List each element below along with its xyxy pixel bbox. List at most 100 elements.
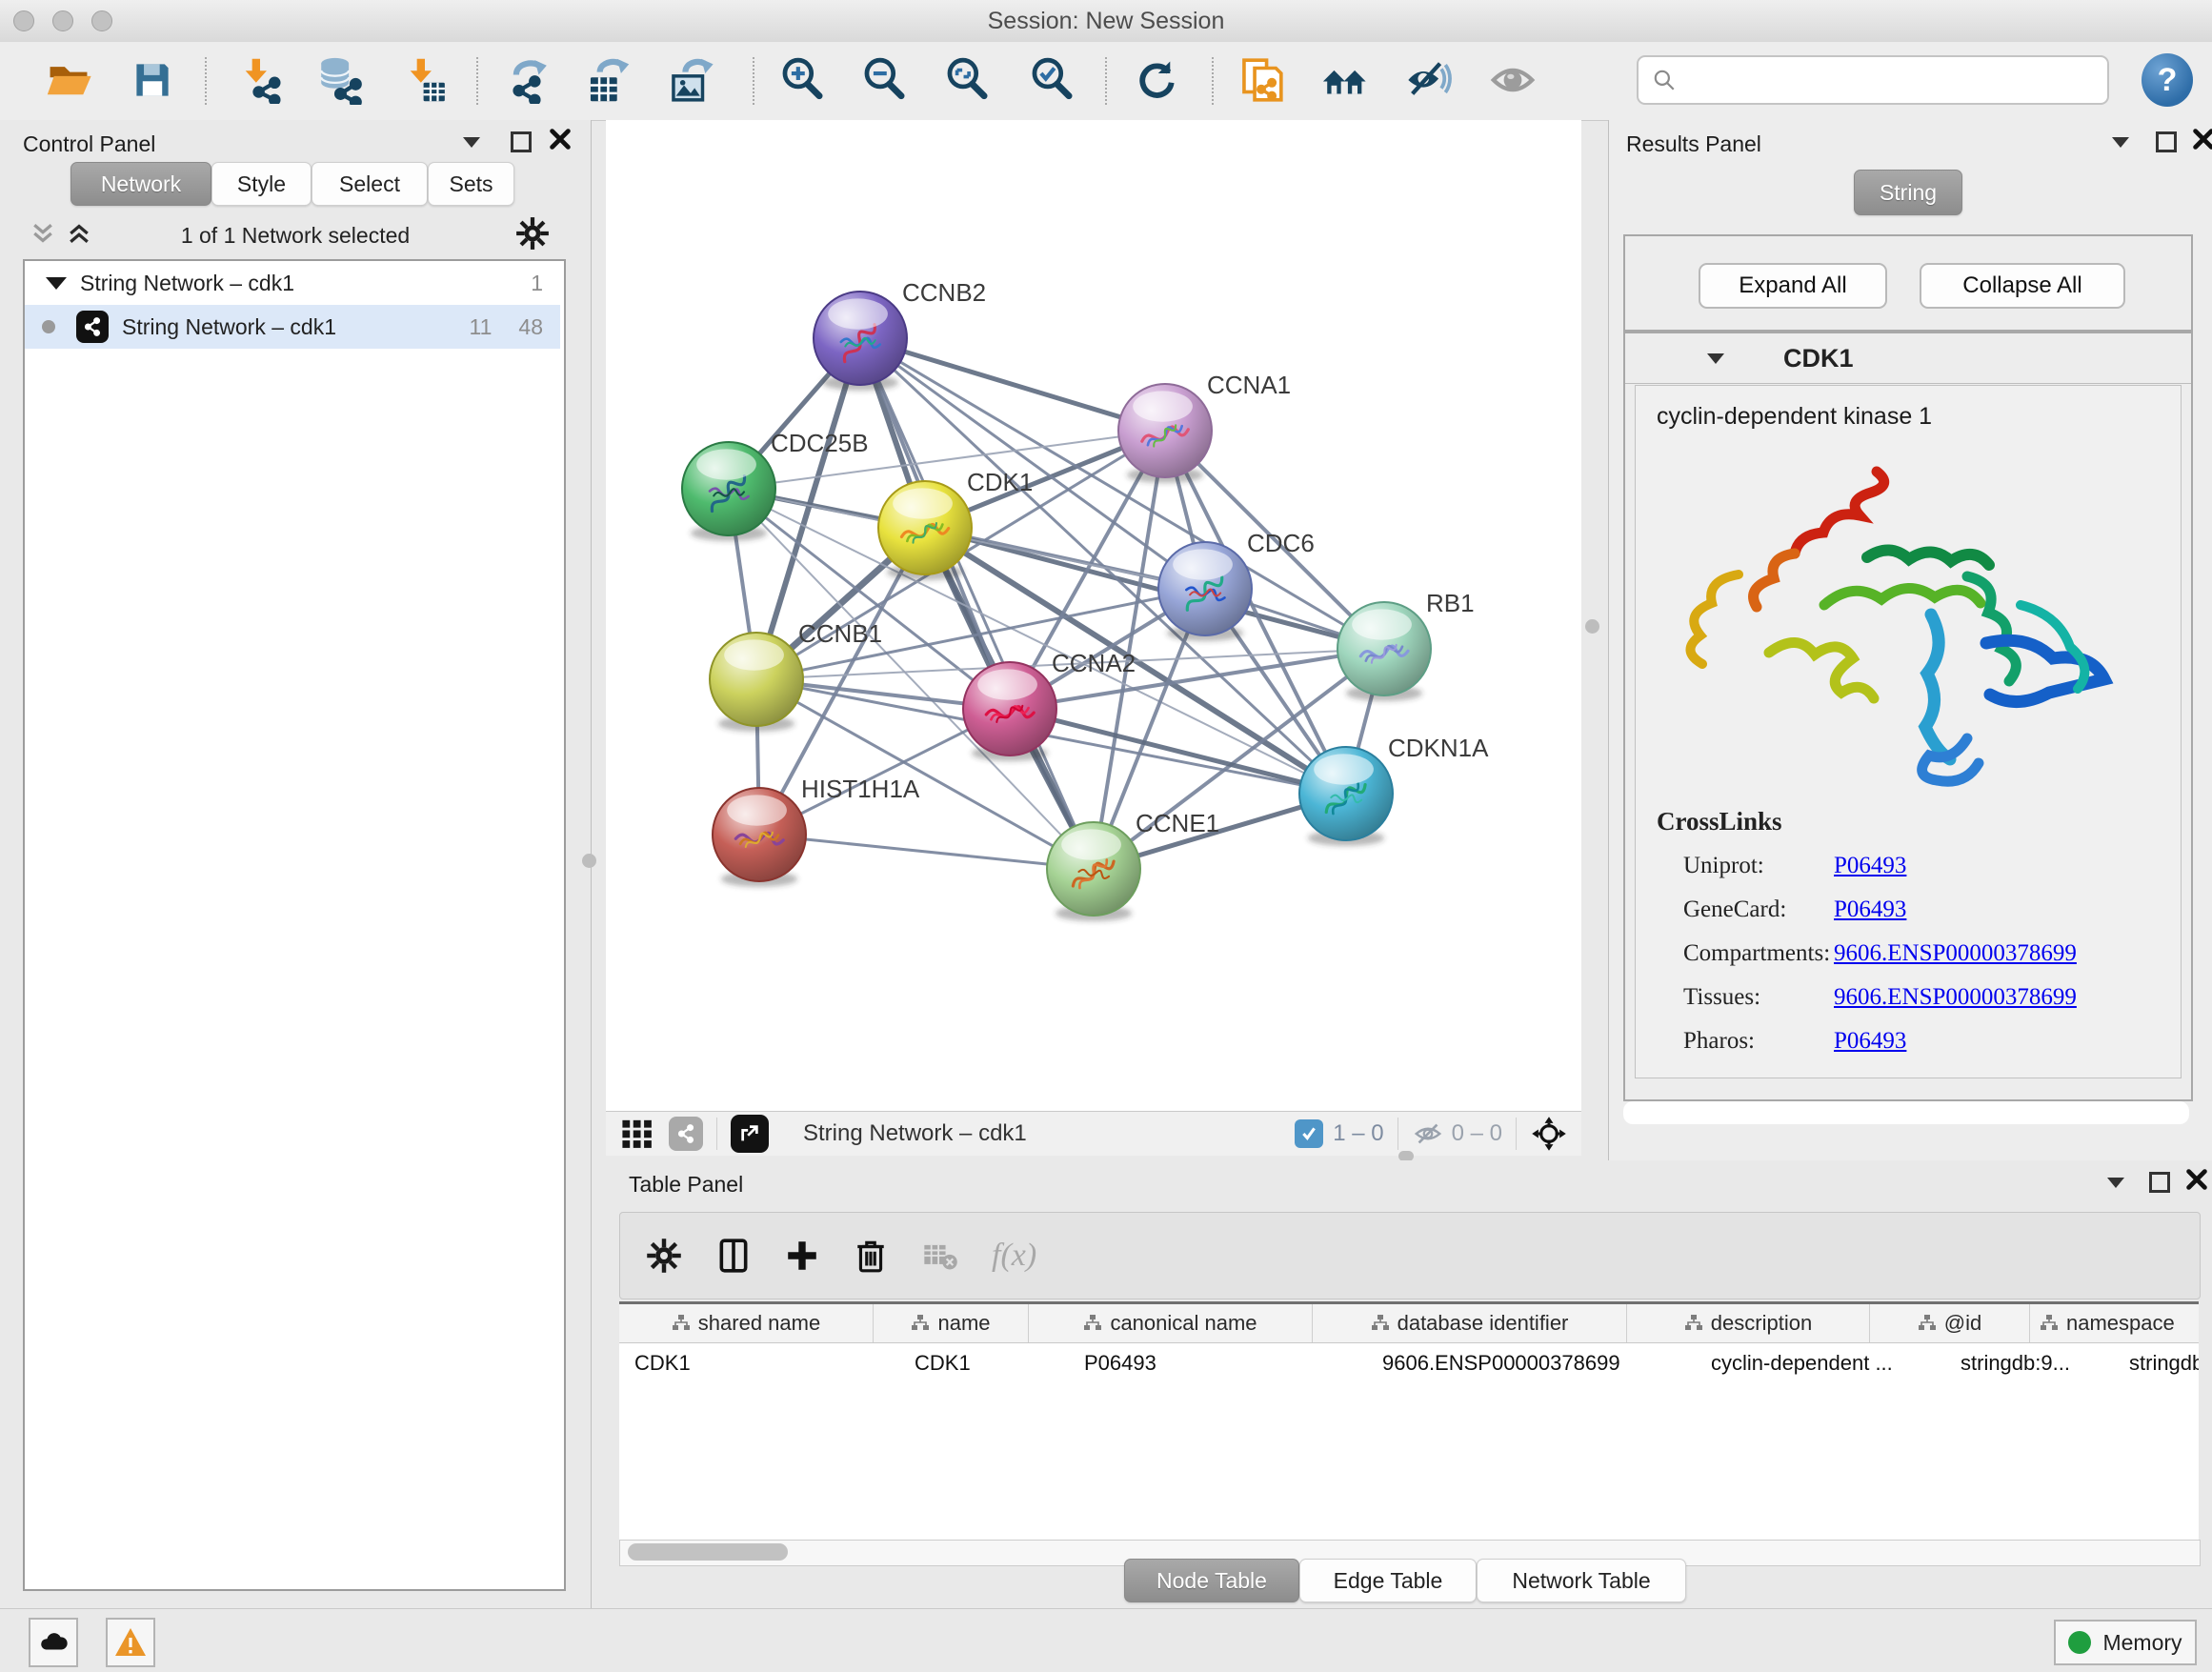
close-panel-icon[interactable] xyxy=(2190,126,2212,152)
expand-all-button[interactable]: Expand All xyxy=(1699,263,1887,309)
open-in-new-window-icon[interactable] xyxy=(731,1115,769,1153)
node-table: shared name name canonical name database… xyxy=(619,1301,2199,1541)
float-panel-icon[interactable] xyxy=(511,131,532,152)
tab-node-table[interactable]: Node Table xyxy=(1124,1559,1299,1602)
close-panel-icon[interactable] xyxy=(2183,1166,2210,1193)
tab-network[interactable]: Network xyxy=(70,162,211,206)
network-collection-row[interactable]: String Network – cdk1 1 xyxy=(25,261,560,305)
title-bar: Session: New Session xyxy=(0,0,2212,43)
column-header[interactable]: shared name xyxy=(619,1304,874,1342)
open-session-button[interactable] xyxy=(42,53,95,107)
column-header[interactable]: description xyxy=(1627,1304,1870,1342)
export-image-button[interactable] xyxy=(664,53,717,107)
zoom-selected-button[interactable] xyxy=(1025,53,1078,107)
network-edge-CCNB2-CCNA1[interactable] xyxy=(860,338,1165,431)
zoom-fit-button[interactable] xyxy=(940,53,994,107)
column-header[interactable]: namespace xyxy=(2030,1304,2199,1342)
panel-menu-caret-icon[interactable] xyxy=(2107,1178,2124,1188)
zoom-out-button[interactable] xyxy=(857,53,911,107)
hide-selected-button[interactable] xyxy=(1402,53,1456,107)
protein-description: cyclin-dependent kinase 1 xyxy=(1657,403,1932,431)
crosslinks-title: CrossLinks xyxy=(1657,807,1782,836)
node-label-RB1: RB1 xyxy=(1426,589,1475,617)
column-header[interactable]: database identifier xyxy=(1313,1304,1627,1342)
cloud-button[interactable] xyxy=(29,1618,78,1667)
scrollbar-thumb[interactable] xyxy=(628,1543,788,1561)
network-overview-share-icon[interactable] xyxy=(669,1117,703,1151)
table-row[interactable]: CDK1 CDK1 P06493 9606.ENSP00000378699 cy… xyxy=(619,1343,2199,1383)
show-all-button[interactable] xyxy=(1486,53,1539,107)
table-toolbar: f(x) xyxy=(619,1212,2201,1299)
crosslink-uniprot-link[interactable]: P06493 xyxy=(1834,853,1906,879)
tab-network-table[interactable]: Network Table xyxy=(1477,1559,1686,1602)
network-snapshot-button[interactable] xyxy=(1235,53,1288,107)
import-table-button[interactable] xyxy=(398,53,452,107)
import-network-database-button[interactable] xyxy=(312,53,366,107)
node-label-CDC25B: CDC25B xyxy=(771,429,869,457)
tab-sets[interactable]: Sets xyxy=(428,162,514,206)
collapse-all-button[interactable]: Collapse All xyxy=(1920,263,2125,309)
network-selection-status: 1 of 1 Network selected xyxy=(0,223,591,249)
network-node-CCNA1[interactable]: CCNA1 xyxy=(1118,371,1291,483)
network-view-canvas[interactable]: CCNB2CCNA1CDC25BCDK1CDC6RB1CCNB1CCNA2CDK… xyxy=(606,120,1581,1111)
results-panel: Results Panel String Expand All Collapse… xyxy=(1608,120,2212,1160)
panel-menu-caret-icon[interactable] xyxy=(463,137,480,148)
birdseye-grid-icon[interactable] xyxy=(621,1118,654,1150)
crosslink-tissues-link[interactable]: 9606.ENSP00000378699 xyxy=(1834,984,2077,1011)
tab-select[interactable]: Select xyxy=(312,162,428,206)
crosslink-pharos-link[interactable]: P06493 xyxy=(1834,1028,1906,1055)
search-input[interactable] xyxy=(1686,67,2107,93)
left-splitter-handle[interactable] xyxy=(582,854,596,868)
tab-edge-table[interactable]: Edge Table xyxy=(1299,1559,1477,1602)
network-node-RB1[interactable]: RB1 xyxy=(1337,589,1475,701)
crosslink-compartments-link[interactable]: 9606.ENSP00000378699 xyxy=(1834,940,2077,967)
apply-layout-button[interactable] xyxy=(1129,53,1182,107)
import-network-file-button[interactable] xyxy=(233,53,287,107)
panel-menu-caret-icon[interactable] xyxy=(2112,137,2129,148)
right-splitter-handle[interactable] xyxy=(1585,619,1599,634)
delete-column-trash-icon[interactable] xyxy=(853,1238,889,1274)
selected-checkbox-icon[interactable] xyxy=(1295,1119,1323,1148)
column-header[interactable]: canonical name xyxy=(1029,1304,1313,1342)
duplicate-document-icon xyxy=(1237,56,1285,104)
network-node-CDKN1A[interactable]: CDKN1A xyxy=(1299,734,1489,846)
network-node-HIST1H1A[interactable]: HIST1H1A xyxy=(713,775,920,887)
float-panel-icon[interactable] xyxy=(2156,131,2177,152)
network-row-selected[interactable]: String Network – cdk1 11 48 xyxy=(25,305,560,349)
collection-label: String Network – cdk1 xyxy=(80,271,294,296)
warnings-button[interactable] xyxy=(106,1618,155,1667)
cytoscape-window: { "window": { "title": "Session: New Ses… xyxy=(0,0,2212,1671)
string-network-graph[interactable]: CCNB2CCNA1CDC25BCDK1CDC6RB1CCNB1CCNA2CDK… xyxy=(606,120,1581,1111)
add-column-plus-icon[interactable] xyxy=(784,1238,820,1274)
memory-label: Memory xyxy=(2102,1630,2182,1656)
houses-icon xyxy=(1320,55,1370,105)
network-options-gear-icon[interactable] xyxy=(514,215,551,252)
help-button[interactable]: ? xyxy=(2142,53,2193,107)
close-panel-icon[interactable] xyxy=(547,126,573,152)
save-session-button[interactable] xyxy=(126,53,179,107)
memory-button[interactable]: Memory xyxy=(2054,1620,2197,1665)
table-settings-gear-icon[interactable] xyxy=(645,1237,683,1275)
export-network-button[interactable] xyxy=(500,53,553,107)
crosslink-label: Pharos: xyxy=(1683,1028,1755,1055)
navigate-crosshair-icon[interactable] xyxy=(1530,1115,1568,1153)
export-table-button[interactable] xyxy=(581,53,634,107)
protein-name: CDK1 xyxy=(1783,344,1854,373)
column-header[interactable]: @id xyxy=(1870,1304,2030,1342)
network-node-CCNB1[interactable]: CCNB1 xyxy=(710,619,882,732)
results-scrollbar-track[interactable] xyxy=(1623,1101,2189,1124)
tab-string[interactable]: String xyxy=(1854,170,1962,215)
show-columns-icon[interactable] xyxy=(715,1238,752,1274)
float-panel-icon[interactable] xyxy=(2149,1172,2170,1193)
protein-section-header[interactable]: CDK1 xyxy=(1625,333,2191,384)
results-panel-title: Results Panel xyxy=(1626,131,1761,157)
home-pages-button[interactable] xyxy=(1318,53,1372,107)
section-expander-icon[interactable] xyxy=(1707,353,1724,364)
column-header[interactable]: name xyxy=(874,1304,1029,1342)
warning-triangle-icon xyxy=(113,1625,148,1660)
hidden-eye-slash-icon[interactable] xyxy=(1412,1118,1444,1150)
tree-expander-icon[interactable] xyxy=(46,277,67,290)
zoom-in-button[interactable] xyxy=(775,53,829,107)
crosslink-genecard-link[interactable]: P06493 xyxy=(1834,896,1906,923)
tab-style[interactable]: Style xyxy=(211,162,312,206)
